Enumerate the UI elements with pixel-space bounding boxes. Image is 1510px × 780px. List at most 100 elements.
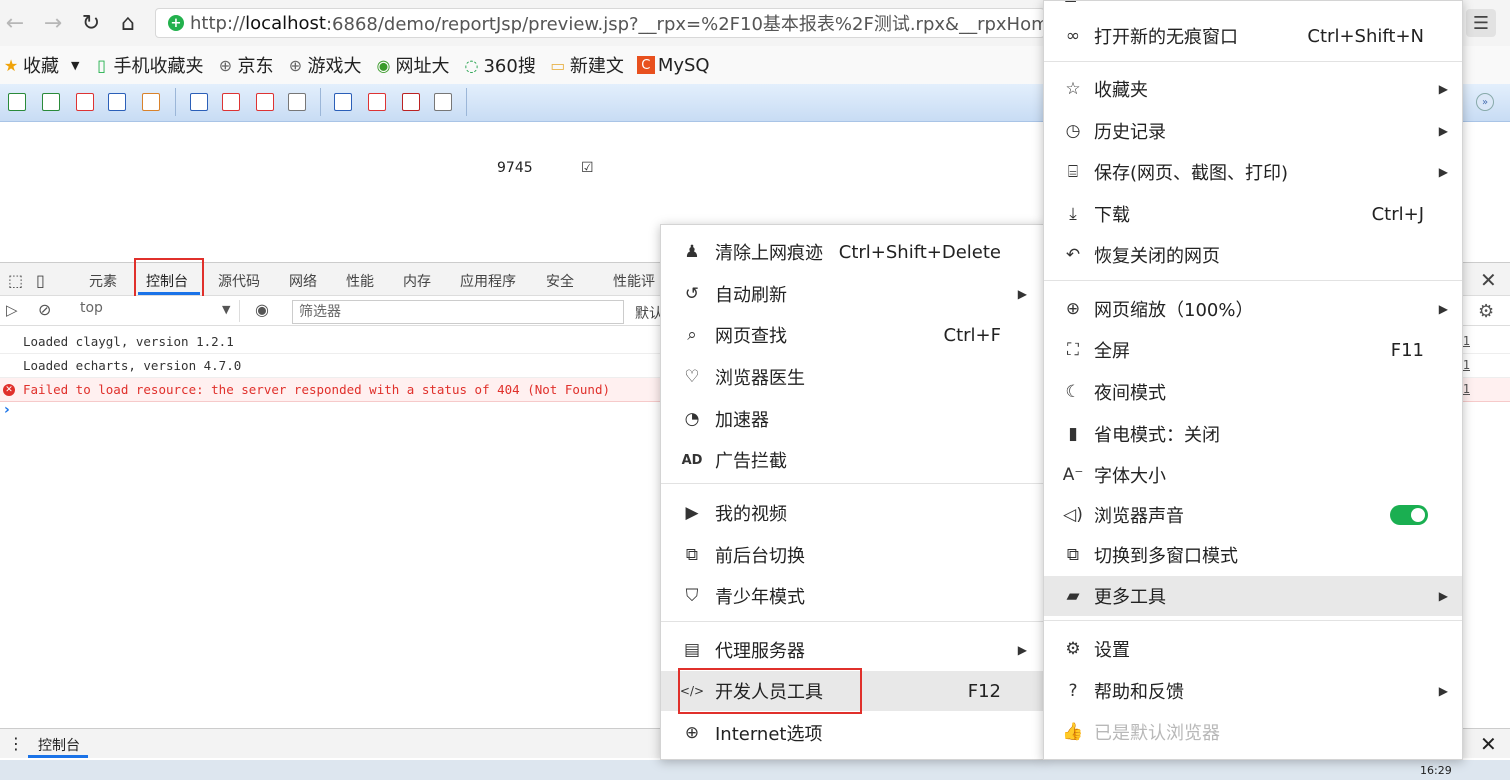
menu-item-proxy-server[interactable]: ▤ 代理服务器 ▶: [661, 630, 1043, 670]
toolbox-icon: ▰: [1066, 586, 1080, 606]
console-prompt-icon[interactable]: ›: [4, 402, 10, 418]
menu-item-auto-refresh[interactable]: ↺ 自动刷新 ▶: [661, 274, 1043, 314]
gear-icon[interactable]: ⚙: [1478, 301, 1494, 322]
menu-item-fullscreen[interactable]: ⛶ 全屏 F11: [1044, 330, 1462, 370]
more-vertical-icon[interactable]: ⋮: [8, 734, 24, 753]
print-flash-icon[interactable]: [402, 93, 420, 111]
multi-window-icon: ⧉: [1066, 545, 1080, 565]
report-checkbox[interactable]: ☑: [581, 160, 594, 176]
globe-icon: ⊕: [684, 723, 700, 743]
log-source-link[interactable]: 1: [1463, 378, 1470, 401]
menu-item-clear-history[interactable]: ♟ 清除上网痕迹 Ctrl+Shift+Delete: [661, 232, 1043, 272]
menu-item-night-mode[interactable]: ☾ 夜间模式: [1044, 372, 1462, 412]
menu-item-settings[interactable]: ⚙ 设置: [1044, 629, 1462, 669]
bookmark-newfolder[interactable]: ▭ 新建文: [549, 52, 624, 78]
developer-tools-highlight-box: [678, 668, 862, 714]
menu-item-save[interactable]: ⌸ 保存(网页、截图、打印) ▶: [1044, 152, 1462, 192]
submenu-arrow-icon: ▶: [1438, 124, 1448, 138]
filter-input[interactable]: 筛选器: [292, 300, 624, 324]
reload-icon[interactable]: ↻: [76, 8, 106, 38]
tab-performance[interactable]: 性能: [346, 271, 374, 291]
bookmark-mysql[interactable]: C MySQ: [636, 55, 710, 76]
menu-item-find-in-page[interactable]: ⌕ 网页查找 Ctrl+F: [661, 315, 1043, 355]
device-toolbar-icon[interactable]: ▯: [36, 271, 45, 290]
menu-item-browser-doctor[interactable]: ♡ 浏览器医生: [661, 357, 1043, 397]
home-icon[interactable]: ⌂: [113, 8, 143, 38]
url-input[interactable]: + http://localhost:6868/demo/reportJsp/p…: [155, 8, 1045, 38]
forward-arrow-icon[interactable]: →: [38, 8, 68, 38]
context-select[interactable]: top: [70, 300, 240, 322]
back-arrow-icon[interactable]: ←: [0, 8, 30, 38]
print-setup-icon[interactable]: [434, 93, 452, 111]
help-icon: ?: [1068, 681, 1078, 701]
menu-item-new-window-partial[interactable]: ▬: [1044, 1, 1462, 13]
browser-menu-button[interactable]: ☰: [1466, 9, 1496, 37]
export-excel-icon[interactable]: [8, 93, 26, 111]
menu-separator: [1044, 61, 1462, 62]
menu-item-fg-bg-switch[interactable]: ⧉ 前后台切换: [661, 535, 1043, 575]
export-word-icon[interactable]: [108, 93, 126, 111]
export-pdf-icon[interactable]: [76, 93, 94, 111]
log-levels-select[interactable]: 默认: [635, 303, 663, 323]
error-icon: ✕: [3, 384, 15, 396]
globe-icon: ⊕: [218, 55, 233, 75]
tab-memory[interactable]: 内存: [403, 271, 431, 291]
bookmark-mobile[interactable]: ▯ 手机收藏夹: [92, 52, 203, 78]
import-data-icon[interactable]: [256, 93, 274, 111]
toolbar-expand-icon[interactable]: »: [1476, 93, 1494, 111]
log-source-link[interactable]: 1: [1463, 354, 1470, 377]
sidebar-toggle-icon[interactable]: ▷: [6, 301, 18, 319]
clear-console-icon[interactable]: ⊘: [38, 300, 51, 319]
menu-item-power-saving[interactable]: ▮ 省电模式：关闭: [1044, 414, 1462, 454]
sound-toggle[interactable]: [1390, 505, 1428, 525]
submenu-arrow-icon: ▶: [1438, 165, 1448, 179]
menu-item-my-videos[interactable]: ▶ 我的视频: [661, 493, 1043, 533]
menu-item-restore-closed[interactable]: ↶ 恢复关闭的网页: [1044, 235, 1462, 275]
import-file-icon[interactable]: [288, 93, 306, 111]
bookmark-favorites[interactable]: ★ 收藏 ▼: [2, 52, 80, 78]
menu-item-zoom[interactable]: ⊕ 网页缩放（100%） ▶: [1044, 289, 1462, 329]
bookmark-sites[interactable]: ◉ 网址大: [374, 52, 449, 78]
broom-icon: ♟: [684, 242, 700, 262]
inspect-element-icon[interactable]: ⬚: [8, 271, 23, 290]
menu-item-favorites[interactable]: ☆ 收藏夹 ▶: [1044, 69, 1462, 109]
menu-item-help-feedback[interactable]: ? 帮助和反馈 ▶: [1044, 671, 1462, 711]
log-source-link[interactable]: 1: [1463, 330, 1470, 353]
print-pdf-icon[interactable]: [368, 93, 386, 111]
menu-item-teen-mode[interactable]: ⛉ 青少年模式: [661, 576, 1043, 616]
export-excel-page-icon[interactable]: [42, 93, 60, 111]
menu-item-browser-sound[interactable]: ◁) 浏览器声音: [1044, 495, 1462, 535]
menu-item-downloads[interactable]: ⤓ 下载 Ctrl+J: [1044, 194, 1462, 234]
download-icon: ⤓: [1069, 204, 1077, 224]
bookmark-jd[interactable]: ⊕ 京东: [216, 52, 274, 78]
tab-sources[interactable]: 源代码: [218, 271, 260, 291]
url-prefix: http://: [190, 12, 246, 34]
url-rest: :6868/demo/reportJsp/preview.jsp?__rpx=%…: [325, 14, 1045, 35]
tab-performance-insights[interactable]: 性能评: [613, 271, 655, 291]
export-image-icon[interactable]: [142, 93, 160, 111]
menu-item-incognito-window[interactable]: ∞ 打开新的无痕窗口 Ctrl+Shift+N: [1044, 16, 1462, 56]
camera-icon: ⌸: [1067, 162, 1079, 182]
eye-icon[interactable]: ◉: [255, 300, 269, 319]
menu-item-ad-block[interactable]: AD 广告拦截: [661, 440, 1043, 480]
print-icon[interactable]: [334, 93, 352, 111]
close-icon[interactable]: ✕: [1480, 268, 1497, 292]
menu-item-internet-options[interactable]: ⊕ Internet选项: [661, 713, 1043, 753]
bookmark-games[interactable]: ⊕ 游戏大: [286, 52, 362, 78]
menu-item-more-tools[interactable]: ▰ 更多工具 ▶: [1044, 576, 1462, 616]
menu-item-history[interactable]: ◷ 历史记录 ▶: [1044, 111, 1462, 151]
tab-application[interactable]: 应用程序: [460, 271, 516, 291]
tab-elements[interactable]: 元素: [89, 271, 117, 291]
taskbar: [0, 760, 1510, 780]
drawer-tab-console[interactable]: 控制台: [38, 735, 80, 755]
import-excel-icon[interactable]: [190, 93, 208, 111]
close-icon[interactable]: ✕: [1480, 732, 1497, 756]
menu-item-multi-window[interactable]: ⧉ 切换到多窗口模式: [1044, 535, 1462, 575]
import-pdf-icon[interactable]: [222, 93, 240, 111]
tab-network[interactable]: 网络: [289, 271, 317, 291]
menu-item-accelerator[interactable]: ◔ 加速器: [661, 399, 1043, 439]
submenu-arrow-icon: ▶: [1438, 684, 1448, 698]
tab-security[interactable]: 安全: [546, 271, 574, 291]
menu-item-font-size[interactable]: A⁻ 字体大小: [1044, 455, 1462, 495]
bookmark-360search[interactable]: ◌ 360搜: [462, 52, 535, 78]
